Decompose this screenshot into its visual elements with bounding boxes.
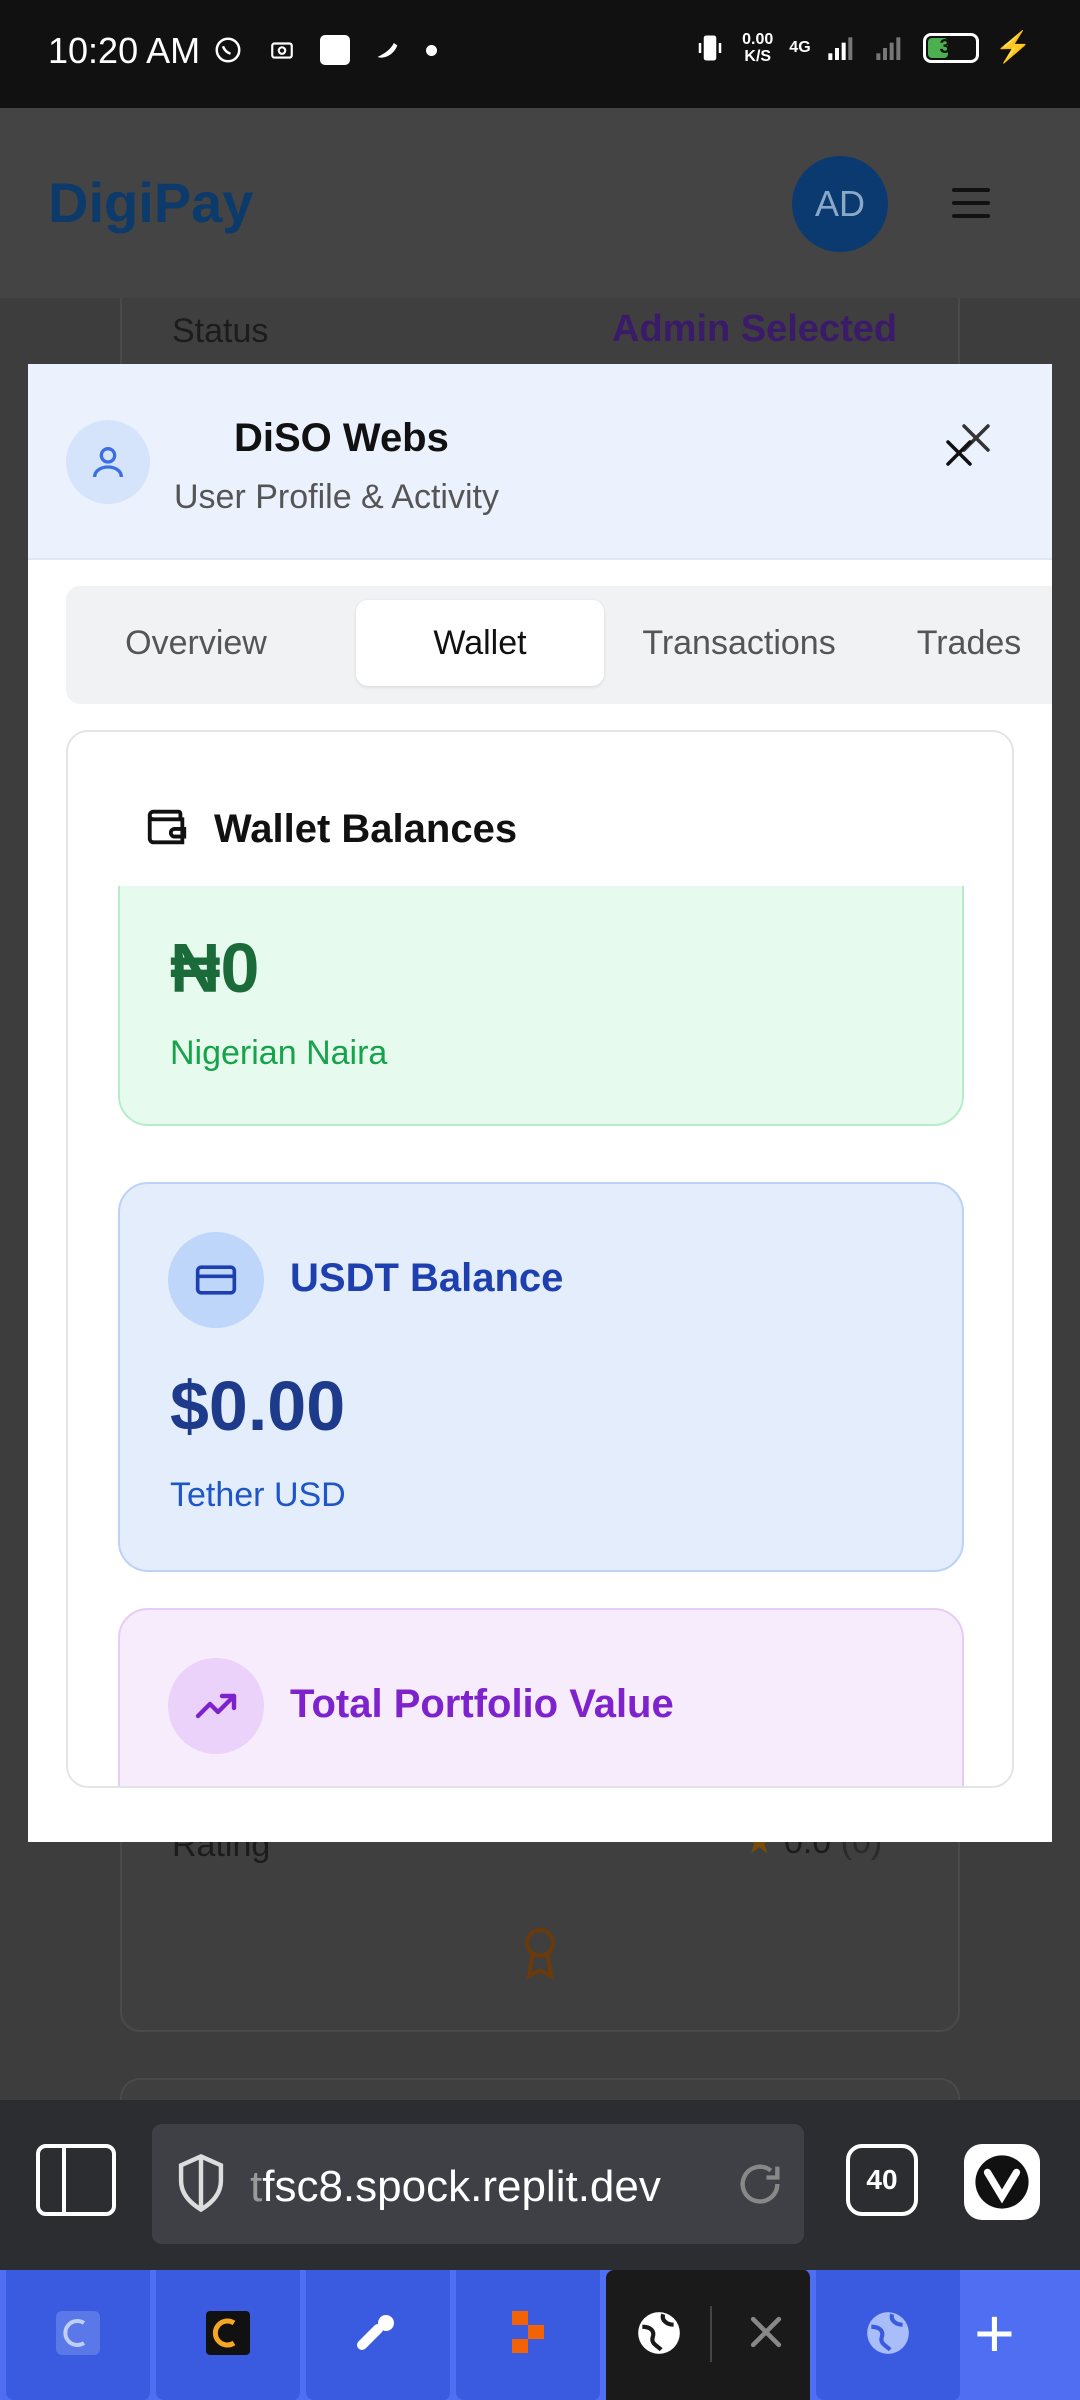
brand-logo: DigiPay [48, 171, 254, 234]
replit-icon [508, 2309, 548, 2362]
system-icons: 0.00 K/S 4G 37 ⚡ [694, 30, 1032, 65]
naira-amount: ₦0 [170, 929, 260, 1007]
reload-icon[interactable] [734, 2158, 786, 2215]
modal-subtitle: User Profile & Activity [174, 478, 499, 516]
url-text[interactable]: tfsc8.spock.replit.dev [250, 2162, 661, 2212]
more-notifications-icon [426, 44, 437, 56]
user-name: DiSO Webs [234, 416, 449, 460]
pepper-icon [372, 34, 404, 66]
battery-icon: 37 [922, 32, 979, 63]
close-tab-icon[interactable] [744, 2310, 788, 2359]
globe-icon [634, 2308, 684, 2363]
tab-strip-item-4[interactable] [456, 2270, 602, 2400]
trending-up-icon [168, 1658, 264, 1754]
net-speed-unit: K/S [744, 47, 772, 65]
usdt-label: USDT Balance [290, 1256, 564, 1300]
link-icon [354, 2309, 402, 2362]
background-status-value: Admin Selected [612, 308, 898, 350]
balances-scroll[interactable]: ₦0 Nigerian Naira USDT Balance $0.00 Tet… [68, 886, 1012, 1786]
vibrate-icon [694, 32, 726, 64]
wallet-header: Wallet Balances [144, 804, 517, 855]
tab-strip-item-2[interactable] [156, 2270, 302, 2400]
modal-header: DiSO Webs User Profile & Activity [28, 364, 1052, 560]
notification-icons [212, 34, 437, 66]
sidebar-panel-icon[interactable] [36, 2144, 116, 2216]
net-speed: 0.00 K/S [742, 31, 773, 65]
naira-sub: Nigerian Naira [170, 1034, 388, 1072]
signal-2-icon [875, 32, 907, 64]
status-bar: 10:20 AM 0.00 K/S 4G 37 ⚡ [0, 0, 1080, 108]
wallet-panel: Wallet Balances ₦0 Nigerian Naira USDT B… [66, 730, 1014, 1788]
whatsapp-icon [212, 34, 244, 66]
tab-strip-item-active[interactable] [606, 2270, 812, 2400]
url-value: fsc8.spock.replit.dev [262, 2162, 661, 2211]
browser-toolbar: tfsc8.spock.replit.dev 40 [0, 2100, 1080, 2270]
user-icon [66, 420, 150, 504]
tab-wallet[interactable]: Wallet [356, 600, 604, 686]
wallet-icon [144, 804, 190, 855]
url-fade: t [250, 2162, 263, 2211]
app-header: DigiPay AD [0, 108, 1080, 298]
app-logo-icon [204, 2309, 252, 2362]
usdt-sub: Tether USD [170, 1476, 346, 1514]
tab-transactions[interactable]: Transactions [612, 600, 866, 686]
shield-icon[interactable] [174, 2152, 228, 2219]
browser-tab-strip: + [0, 2270, 1080, 2400]
charging-icon: ⚡ [994, 31, 1032, 64]
plus-icon[interactable]: + [974, 2298, 1015, 2368]
signal-icon [827, 32, 859, 64]
portfolio-label: Total Portfolio Value [290, 1682, 674, 1726]
background-status-label: Status [172, 312, 269, 350]
tab-strip-item-1[interactable] [6, 2270, 152, 2400]
credit-card-icon [168, 1232, 264, 1328]
naira-balance-card: ₦0 Nigerian Naira [118, 886, 964, 1126]
tab-overview[interactable]: Overview [86, 600, 306, 686]
profile-tabs: Overview Wallet Transactions Trades [66, 586, 1052, 704]
battery-level: 37 [939, 36, 962, 58]
net-speed-value: 0.00 [742, 30, 774, 48]
tab-trades[interactable]: Trades [874, 600, 1052, 686]
usdt-balance-card: USDT Balance $0.00 Tether USD [118, 1182, 964, 1572]
network-type: 4G [789, 39, 811, 56]
user-profile-modal: DiSO Webs User Profile & Activity Overvi… [28, 364, 1052, 1842]
app-notification-icon [320, 35, 350, 65]
screenshot-icon [266, 34, 298, 66]
app-logo-icon [54, 2309, 102, 2362]
usdt-amount: $0.00 [170, 1367, 346, 1445]
tab-count-button[interactable]: 40 [846, 2144, 918, 2216]
portfolio-card: Total Portfolio Value [118, 1608, 964, 1786]
menu-icon[interactable] [952, 188, 990, 227]
tab-strip-item-3[interactable] [306, 2270, 452, 2400]
award-icon [518, 1924, 562, 1985]
status-time: 10:20 AM [48, 30, 201, 71]
avatar[interactable]: AD [792, 156, 888, 252]
vivaldi-icon[interactable] [964, 2144, 1040, 2220]
address-bar[interactable]: tfsc8.spock.replit.dev [152, 2124, 804, 2244]
wallet-title: Wallet Balances [214, 807, 518, 851]
tab-strip-item-6[interactable] [816, 2270, 962, 2400]
globe-icon [863, 2308, 913, 2363]
close-icon[interactable] [940, 418, 1000, 478]
